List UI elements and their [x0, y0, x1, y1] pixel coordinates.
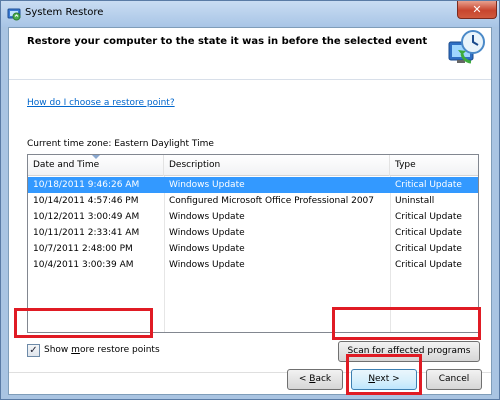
- highlight-box-next: [346, 354, 422, 395]
- cell-date: 10/11/2011 2:33:41 AM: [33, 228, 140, 238]
- system-restore-icon: [7, 8, 21, 21]
- choose-restore-point-help-link[interactable]: How do I choose a restore point?: [27, 98, 175, 108]
- column-header-description-label: Description: [169, 160, 221, 170]
- back-button[interactable]: < Back: [287, 369, 343, 390]
- cell-type: Critical Update: [395, 180, 462, 190]
- cell-type: Uninstall: [395, 196, 435, 206]
- checkbox-box[interactable]: ✓: [27, 344, 40, 357]
- page-heading: Restore your computer to the state it wa…: [27, 36, 428, 47]
- cell-type: Critical Update: [395, 244, 462, 254]
- close-icon: ✕: [472, 3, 482, 16]
- title-bar[interactable]: System Restore ✕: [1, 1, 499, 27]
- cell-description: Windows Update: [169, 228, 245, 238]
- cell-date: 10/12/2011 3:00:49 AM: [33, 212, 140, 222]
- table-row[interactable]: 10/4/2011 3:00:39 AM Windows Update Critic…: [28, 257, 478, 273]
- cell-description: Windows Update: [169, 212, 245, 222]
- checkmark-icon: ✓: [29, 345, 38, 356]
- table-row[interactable]: 10/18/2011 9:46:26 AM Windows Update Criti…: [28, 177, 478, 193]
- cell-date: 10/7/2011 2:48:00 PM: [33, 244, 133, 254]
- column-header-type-label: Type: [395, 160, 416, 170]
- close-button[interactable]: ✕: [457, 1, 497, 19]
- column-header-type[interactable]: Type: [390, 155, 478, 176]
- table-row[interactable]: 10/14/2011 4:57:46 PM Configured Microsof…: [28, 193, 478, 209]
- system-restore-window: System Restore ✕ Restore your computer t…: [0, 0, 500, 400]
- column-header-date[interactable]: Date and Time: [28, 155, 164, 176]
- table-header: Date and Time Description Type: [28, 155, 478, 176]
- cell-type: Critical Update: [395, 260, 462, 270]
- window-title: System Restore: [25, 7, 104, 18]
- show-more-restore-points-label[interactable]: Show more restore points: [44, 345, 160, 355]
- highlight-box-show-more: [14, 308, 153, 338]
- cancel-button[interactable]: Cancel: [426, 369, 482, 390]
- cell-description: Windows Update: [169, 180, 245, 190]
- cell-date: 10/14/2011 4:57:46 PM: [33, 196, 139, 206]
- cell-type: Critical Update: [395, 212, 462, 222]
- cell-type: Critical Update: [395, 228, 462, 238]
- header-band: Restore your computer to the state it wa…: [9, 28, 491, 80]
- highlight-box-scan: [332, 307, 481, 340]
- sort-descending-icon: [92, 155, 100, 159]
- cell-date: 10/18/2011 9:46:26 AM: [33, 180, 140, 190]
- timezone-label: Current time zone: Eastern Daylight Time: [27, 139, 214, 149]
- system-restore-clock-icon: [448, 30, 485, 64]
- table-row[interactable]: 10/7/2011 2:48:00 PM Windows Update Critic…: [28, 241, 478, 257]
- cell-date: 10/4/2011 3:00:39 AM: [33, 260, 134, 270]
- column-header-date-label: Date and Time: [33, 160, 100, 170]
- cell-description: Configured Microsoft Office Professional…: [169, 196, 374, 206]
- cell-description: Windows Update: [169, 244, 245, 254]
- table-row[interactable]: 10/12/2011 3:00:49 AM Windows Update Criti…: [28, 209, 478, 225]
- cell-description: Windows Update: [169, 260, 245, 270]
- column-header-description[interactable]: Description: [164, 155, 390, 176]
- table-row[interactable]: 10/11/2011 2:33:41 AM Windows Update Criti…: [28, 225, 478, 241]
